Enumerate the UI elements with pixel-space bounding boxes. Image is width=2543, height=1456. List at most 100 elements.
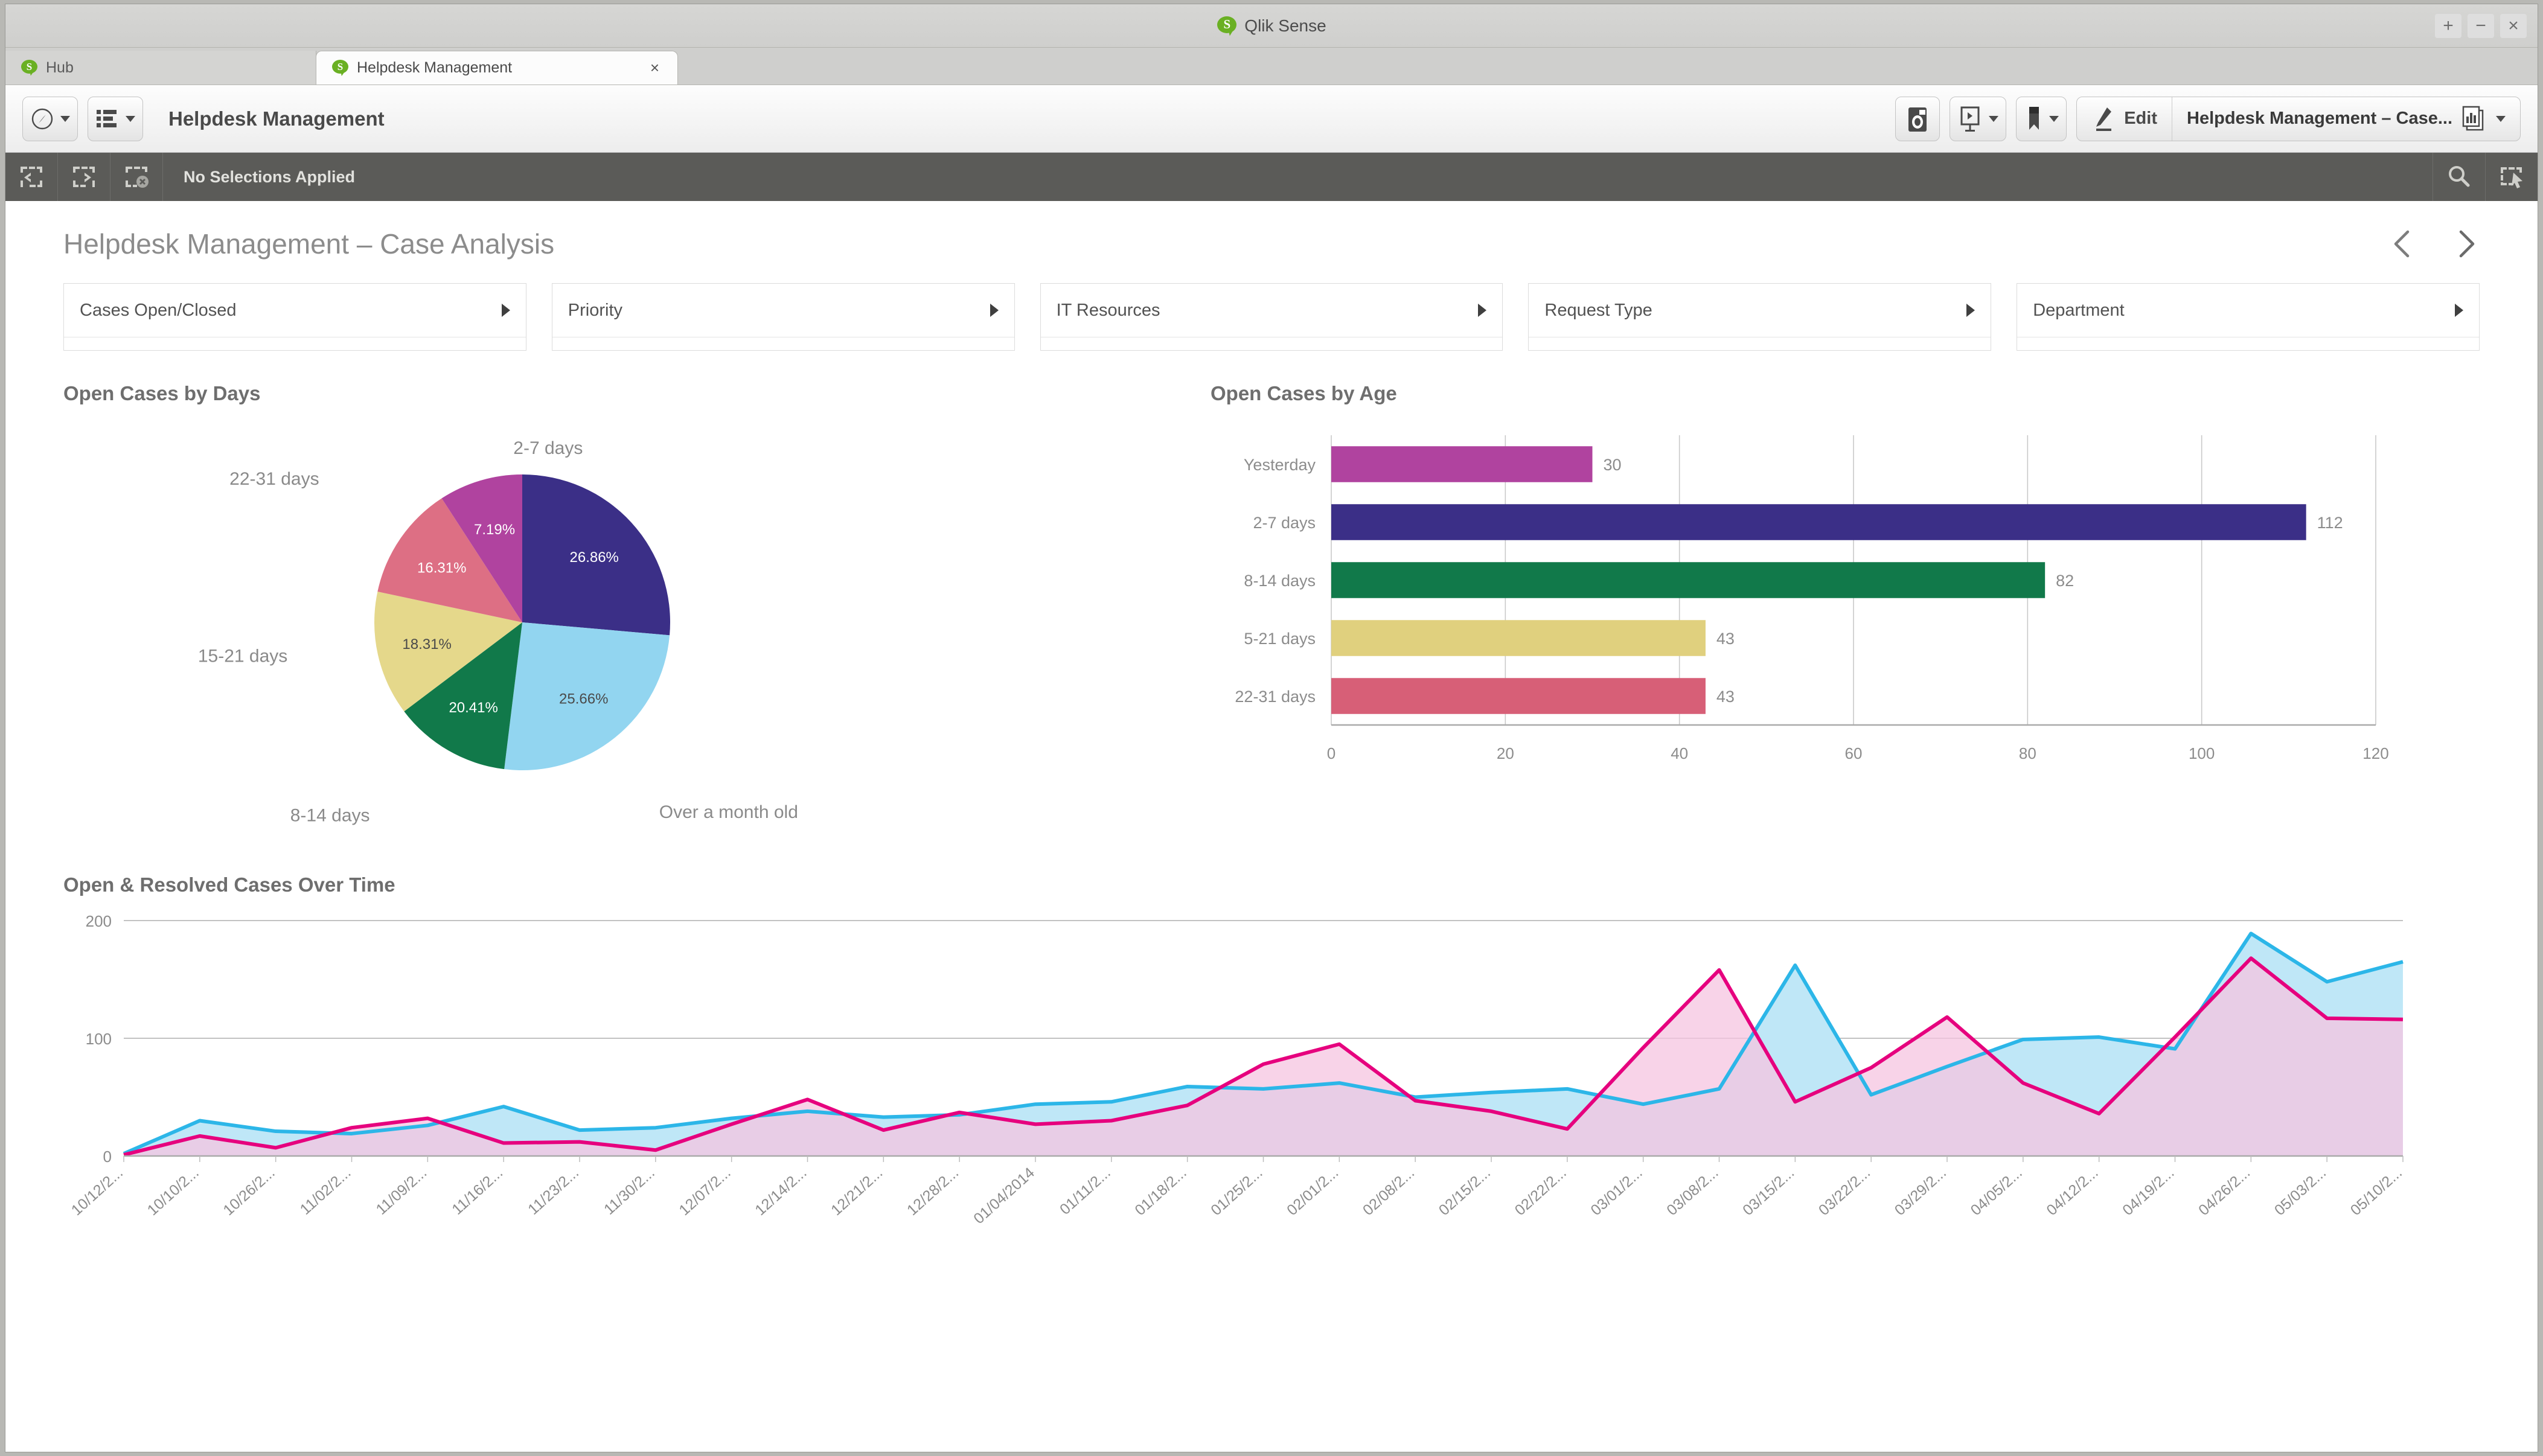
page-title: Helpdesk Management – Case Analysis [63,228,555,260]
tab-label: Hub [46,59,74,76]
y-axis-tick-label: 100 [86,1030,112,1048]
y-axis-tick-label: 0 [103,1148,112,1166]
title-bar-brand: S Qlik Sense [1217,16,1326,36]
area-chart[interactable]: 0 100 200 10/12/2... 10/10/2... 10/26/2... 11/… [63,902,2478,1265]
chevron-right-icon[interactable] [2452,228,2480,260]
edit-button[interactable]: Edit [2077,97,2172,141]
bar-category-label: 2-7 days [1253,514,1316,532]
filter-request-type[interactable]: Request Type [1528,283,1992,351]
bar-value-label: 112 [2317,514,2343,532]
minimize-button[interactable]: − [2468,13,2494,38]
close-button[interactable]: × [2500,13,2527,38]
tab-hub[interactable]: S Hub [5,51,316,85]
bar-chart[interactable]: 0 20 40 60 80 100 120 Yesterday 30 2-7 days 112 8-1… [1211,411,2478,834]
sheet-selector[interactable]: Helpdesk Management – Case... [2172,97,2520,141]
window-controls: + − × [2435,13,2527,38]
selection-back-button[interactable] [5,153,57,201]
x-axis-tick-label: 02/22/2... [1512,1164,1570,1219]
bar-value-label: 43 [1716,688,1735,706]
pie-slice-label: Over a month old [659,802,798,822]
sheet-header: Helpdesk Management – Case Analysis [5,201,2538,260]
pie-slice-percent: 16.31% [417,560,466,576]
tab-strip: S Hub S Helpdesk Management × [5,48,2538,85]
bar-category-label: 8-14 days [1244,572,1316,590]
sheets-menu-button[interactable] [88,96,143,141]
clear-selections-icon [126,167,149,188]
pie-slice-percent: 20.41% [449,700,497,716]
filter-it-resources[interactable]: IT Resources [1040,283,1503,351]
pie-slice-percent: 18.31% [402,636,451,653]
x-axis-tick-label: 11/23/2... [525,1164,582,1218]
maximize-button[interactable]: + [2435,13,2461,38]
x-axis-tick-label: 11/16/2... [449,1164,506,1218]
bar[interactable] [1331,446,1593,482]
bar-value-label: 43 [1716,630,1735,648]
window-title: Qlik Sense [1244,16,1326,35]
charts-top-row: Open Cases by Days 26.86% 2-7 days 25.66% O… [63,382,2480,834]
search-button[interactable] [2433,153,2485,201]
selection-tool-button[interactable] [2486,153,2538,201]
caret-right-icon [1478,304,1487,317]
x-axis-tick-label: 11/09/2... [373,1164,430,1218]
x-axis-tick-label: 11/02/2... [297,1164,354,1218]
x-axis-tick-label: 04/26/2... [2195,1164,2253,1219]
bar[interactable] [1331,620,1706,656]
bar-value-label: 82 [2056,572,2074,590]
chevron-down-icon [2049,115,2059,122]
pencil-icon [2096,107,2112,131]
storytelling-icon [1960,106,1980,132]
sheet-content: Helpdesk Management – Case Analysis Case… [5,201,2538,1452]
chart-title: Open & Resolved Cases Over Time [63,873,395,896]
pie-slice-label: 2-7 days [513,438,583,458]
tab-label: Helpdesk Management [357,59,513,76]
selection-forward-button[interactable] [58,153,110,201]
bar[interactable] [1331,504,2306,540]
filter-cases-open-closed[interactable]: Cases Open/Closed [63,283,526,351]
pie-chart[interactable]: 26.86% 2-7 days 25.66% Over a month old 20.4… [63,411,1126,834]
x-axis-tick-label: 11/30/2... [601,1164,658,1218]
chart-open-resolved-over-time: Open & Resolved Cases Over Time 0 100 200 1… [63,873,2480,1265]
x-axis-tick-label: 02/01/2... [1284,1164,1342,1219]
x-axis-tick-label: 10/26/2... [220,1164,278,1219]
app-window: S Qlik Sense + − × S Hub S Helpdesk Mana… [5,4,2538,1452]
selections-bar-right [2433,153,2538,201]
x-axis-tick-label: 04/05/2... [1968,1164,2026,1219]
x-axis-tick-label: 03/01/2... [1587,1164,1645,1219]
tab-helpdesk-management[interactable]: S Helpdesk Management × [316,51,678,85]
x-axis-tick-label: 0 [1327,744,1335,762]
filter-footer [1040,337,1503,350]
x-axis-tick-label: 12/28/2... [904,1164,962,1219]
x-axis-tick-label: 01/25/2... [1208,1164,1265,1219]
selections-bar: No Selections Applied [5,153,2538,201]
chevron-down-icon [126,115,135,122]
filter-priority[interactable]: Priority [551,283,1015,351]
x-axis-tick-label: 02/08/2... [1360,1164,1418,1219]
y-axis-tick-label: 200 [86,912,112,930]
selection-status: No Selections Applied [162,153,2433,201]
qlik-logo-icon: S [21,59,37,76]
selection-back-icon [21,167,42,187]
clear-selections-button[interactable] [110,153,162,201]
storytelling-button[interactable] [1950,96,2007,141]
chevron-left-icon[interactable] [2389,228,2417,260]
sheet-navigation [2389,228,2480,260]
bar[interactable] [1331,678,1706,714]
caret-right-icon [1966,304,1975,317]
filter-label: Priority [568,300,623,320]
bookmark-button[interactable] [2016,96,2067,141]
filter-department[interactable]: Department [2017,283,2480,351]
app-toolbar: Helpdesk Management Edit Helpdesk Manage… [5,85,2538,153]
x-axis-tick-label: 60 [1845,744,1863,762]
chart-title: Open Cases by Days [63,382,261,404]
snapshot-button[interactable] [1895,96,1940,141]
x-axis-tick-label: 12/07/2... [676,1164,734,1219]
tab-close-icon[interactable]: × [648,59,662,77]
qlik-logo-icon: S [1217,16,1237,36]
app-title: Helpdesk Management [168,107,385,130]
navigation-menu-button[interactable] [22,96,78,141]
camera-icon [1908,107,1927,132]
charts-area: Open Cases by Days 26.86% 2-7 days 25.66% O… [5,351,2538,1265]
x-axis-tick-label: 03/15/2... [1739,1164,1797,1219]
bar[interactable] [1331,562,2046,598]
chevron-down-icon [60,115,70,122]
